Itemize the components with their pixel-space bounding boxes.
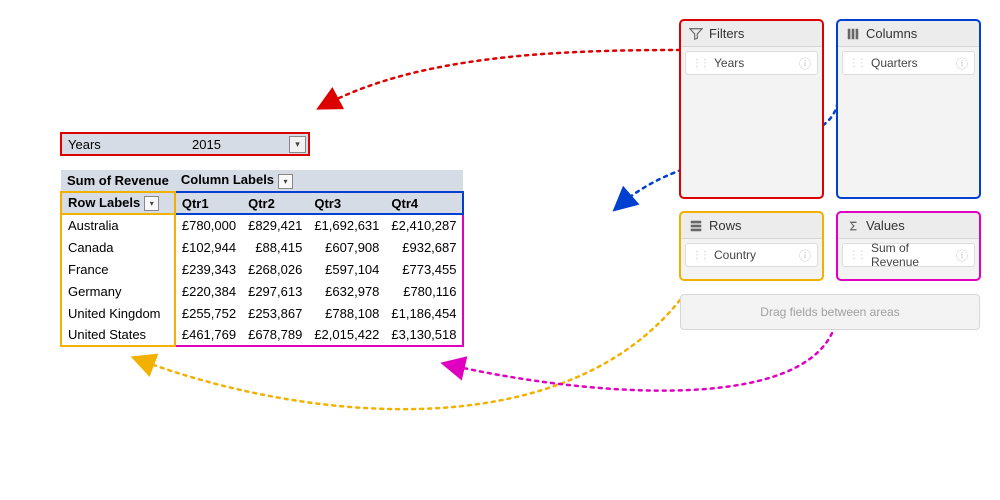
col-head-2: Qtr3 xyxy=(308,192,385,214)
rows-area[interactable]: Rows ⋮⋮ Country ⓘ xyxy=(680,212,823,280)
report-filter-row: Years 2015 ▾ xyxy=(60,132,310,156)
row-label: United States xyxy=(61,324,175,346)
info-icon[interactable]: ⓘ xyxy=(956,247,968,264)
row-label: France xyxy=(61,258,175,280)
columns-area-header: Columns xyxy=(838,21,979,47)
values-area-header: Values xyxy=(838,213,979,239)
rows-field-pill[interactable]: ⋮⋮ Country ⓘ xyxy=(685,243,818,267)
filters-area-header: Filters xyxy=(681,21,822,47)
cell-value: £253,867 xyxy=(242,302,308,324)
row-labels-dropdown-icon[interactable]: ▾ xyxy=(144,196,159,211)
drag-grip-icon: ⋮⋮ xyxy=(692,250,708,261)
filter-icon xyxy=(689,27,703,41)
columns-area[interactable]: Columns ⋮⋮ Quarters ⓘ xyxy=(837,20,980,198)
drag-hint: Drag fields between areas xyxy=(680,294,980,330)
row-label: United Kingdom xyxy=(61,302,175,324)
column-labels-label: Column Labels▾ xyxy=(175,170,464,192)
columns-icon xyxy=(846,27,860,41)
col-head-3: Qtr4 xyxy=(385,192,463,214)
columns-field-pill[interactable]: ⋮⋮ Quarters ⓘ xyxy=(842,51,975,75)
cell-value: £597,104 xyxy=(308,258,385,280)
cell-value: £1,186,454 xyxy=(385,302,463,324)
rows-area-header: Rows xyxy=(681,213,822,239)
row-labels-label: Row Labels▾ xyxy=(61,192,175,214)
cell-value: £88,415 xyxy=(242,236,308,258)
cell-value: £773,455 xyxy=(385,258,463,280)
columns-field-label: Quarters xyxy=(871,56,918,70)
col-head-0: Qtr1 xyxy=(175,192,242,214)
drag-grip-icon: ⋮⋮ xyxy=(692,58,708,69)
cell-value: £3,130,518 xyxy=(385,324,463,346)
drag-grip-icon: ⋮⋮ xyxy=(849,58,865,69)
values-field-label: Sum of Revenue xyxy=(871,241,956,269)
cell-value: £780,116 xyxy=(385,280,463,302)
filters-area-title: Filters xyxy=(709,26,744,41)
column-labels-dropdown-icon[interactable]: ▾ xyxy=(278,174,293,189)
info-icon[interactable]: ⓘ xyxy=(799,55,811,72)
cell-value: £461,769 xyxy=(175,324,242,346)
rows-icon xyxy=(689,219,703,233)
filter-value: 2015 xyxy=(192,137,221,152)
filters-field-pill[interactable]: ⋮⋮ Years ⓘ xyxy=(685,51,818,75)
field-areas: Filters ⋮⋮ Years ⓘ Columns ⋮⋮ Quarters ⓘ xyxy=(680,20,980,330)
measure-label: Sum of Revenue xyxy=(61,170,175,192)
pivot-table: Sum of Revenue Column Labels▾ Row Labels… xyxy=(60,170,464,347)
rows-field-label: Country xyxy=(714,248,756,262)
cell-value: £932,687 xyxy=(385,236,463,258)
cell-value: £632,978 xyxy=(308,280,385,302)
cell-value: £829,421 xyxy=(242,214,308,236)
cell-value: £297,613 xyxy=(242,280,308,302)
cell-value: £1,692,631 xyxy=(308,214,385,236)
cell-value: £268,026 xyxy=(242,258,308,280)
row-label: Canada xyxy=(61,236,175,258)
filters-field-label: Years xyxy=(714,56,744,70)
cell-value: £678,789 xyxy=(242,324,308,346)
filter-label: Years xyxy=(62,137,192,152)
cell-value: £607,908 xyxy=(308,236,385,258)
info-icon[interactable]: ⓘ xyxy=(799,247,811,264)
cell-value: £239,343 xyxy=(175,258,242,280)
values-area-title: Values xyxy=(866,218,905,233)
values-field-pill[interactable]: ⋮⋮ Sum of Revenue ⓘ xyxy=(842,243,975,267)
row-label: Germany xyxy=(61,280,175,302)
sigma-icon xyxy=(846,219,860,233)
cell-value: £220,384 xyxy=(175,280,242,302)
rows-area-title: Rows xyxy=(709,218,742,233)
cell-value: £102,944 xyxy=(175,236,242,258)
columns-area-title: Columns xyxy=(866,26,917,41)
drag-grip-icon: ⋮⋮ xyxy=(849,250,865,261)
info-icon[interactable]: ⓘ xyxy=(956,55,968,72)
filter-dropdown-icon[interactable]: ▾ xyxy=(289,136,306,153)
cell-value: £2,410,287 xyxy=(385,214,463,236)
cell-value: £788,108 xyxy=(308,302,385,324)
cell-value: £780,000 xyxy=(175,214,242,236)
row-label: Australia xyxy=(61,214,175,236)
col-head-1: Qtr2 xyxy=(242,192,308,214)
values-area[interactable]: Values ⋮⋮ Sum of Revenue ⓘ xyxy=(837,212,980,280)
cell-value: £2,015,422 xyxy=(308,324,385,346)
filters-area[interactable]: Filters ⋮⋮ Years ⓘ xyxy=(680,20,823,198)
cell-value: £255,752 xyxy=(175,302,242,324)
